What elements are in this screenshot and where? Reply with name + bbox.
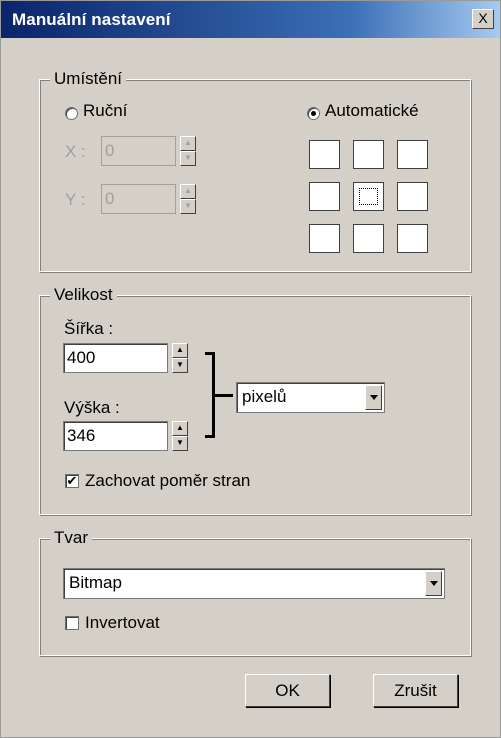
manual-label: Ruční — [83, 101, 128, 120]
position-middle-right[interactable] — [397, 182, 428, 211]
link-bracket-tick — [215, 394, 233, 397]
cancel-button[interactable]: Zrušit — [373, 674, 458, 707]
unit-select[interactable]: pixelů — [236, 382, 385, 413]
width-field[interactable]: 400 — [63, 343, 168, 373]
x-field[interactable]: 0 — [101, 136, 176, 166]
height-spin-down-icon[interactable]: ▼ — [172, 436, 188, 451]
position-middle-left[interactable] — [309, 182, 340, 211]
manual-radio[interactable] — [65, 107, 78, 120]
position-center[interactable] — [353, 182, 384, 211]
width-label: Šířka : — [64, 319, 114, 338]
position-top-center[interactable] — [353, 140, 384, 169]
width-spin-up-icon[interactable]: ▲ — [172, 343, 188, 358]
position-bottom-center[interactable] — [353, 224, 384, 253]
position-top-right[interactable] — [397, 140, 428, 169]
automatic-label: Automatické — [325, 101, 419, 120]
shape-select[interactable]: Bitmap — [63, 568, 445, 599]
chevron-down-icon[interactable] — [365, 385, 382, 410]
y-spin-down-icon[interactable]: ▼ — [180, 199, 196, 214]
y-spinner[interactable]: ▲ ▼ — [180, 184, 196, 214]
link-bracket — [205, 352, 215, 438]
unit-select-value: pixelů — [242, 387, 287, 406]
invert-label: Invertovat — [85, 613, 160, 632]
position-bottom-left[interactable] — [309, 224, 340, 253]
position-top-left[interactable] — [309, 140, 340, 169]
invert-checkbox[interactable] — [65, 616, 79, 630]
height-field[interactable]: 346 — [63, 421, 168, 451]
window-title: Manuální nastavení — [12, 10, 171, 29]
width-spinner[interactable]: ▲ ▼ — [172, 343, 188, 373]
x-spin-down-icon[interactable]: ▼ — [180, 151, 196, 166]
x-label: X : — [65, 142, 86, 161]
chevron-down-icon[interactable] — [425, 571, 442, 596]
height-label: Výška : — [64, 398, 120, 417]
ok-button[interactable]: OK — [245, 674, 330, 707]
dialog-window: Manuální nastavení X Umístění Ruční Auto… — [0, 0, 501, 738]
x-spin-up-icon[interactable]: ▲ — [180, 136, 196, 151]
y-spin-up-icon[interactable]: ▲ — [180, 184, 196, 199]
width-spin-down-icon[interactable]: ▼ — [172, 358, 188, 373]
automatic-radio[interactable] — [307, 107, 320, 120]
position-bottom-right[interactable] — [397, 224, 428, 253]
shape-select-value: Bitmap — [69, 573, 122, 592]
x-spinner[interactable]: ▲ ▼ — [180, 136, 196, 166]
keep-ratio-checkbox[interactable]: ✔ — [65, 474, 79, 488]
y-label: Y : — [65, 190, 86, 209]
keep-ratio-label: Zachovat poměr stran — [85, 471, 251, 490]
height-spin-up-icon[interactable]: ▲ — [172, 421, 188, 436]
close-button[interactable]: X — [472, 9, 494, 29]
shape-group-label: Tvar — [50, 528, 92, 548]
title-bar[interactable]: Manuální nastavení X — [1, 1, 500, 38]
placement-group-label: Umístění — [50, 69, 127, 89]
y-field[interactable]: 0 — [101, 184, 176, 214]
size-group-label: Velikost — [50, 285, 117, 305]
height-spinner[interactable]: ▲ ▼ — [172, 421, 188, 451]
